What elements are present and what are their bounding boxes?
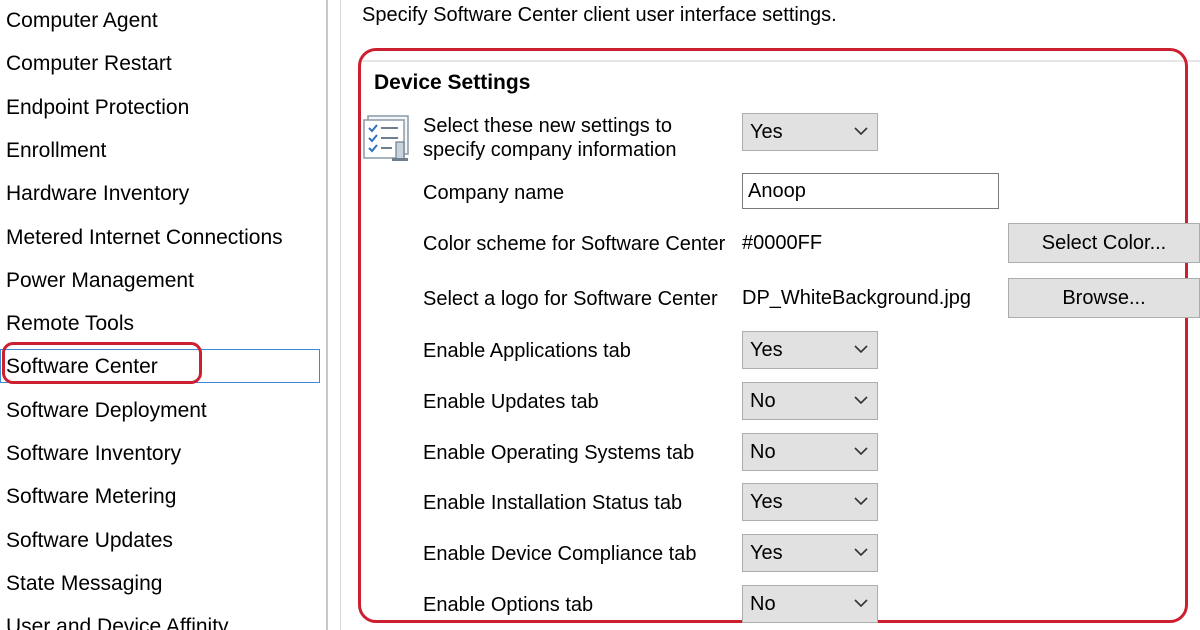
nav-item-endpoint-protection[interactable]: Endpoint Protection [6, 95, 189, 121]
nav-item-remote-tools[interactable]: Remote Tools [6, 311, 134, 337]
select-value: No [750, 593, 776, 615]
chevron-down-icon [854, 127, 868, 136]
browse-button[interactable]: Browse... [1008, 278, 1200, 318]
select-options-tab[interactable]: No [742, 585, 878, 623]
chevron-down-icon [854, 548, 868, 557]
label-options-tab: Enable Options tab [423, 594, 594, 616]
color-scheme-value: #0000FF [742, 232, 823, 254]
nav-item-state-messaging[interactable]: State Messaging [6, 571, 162, 597]
select-updates-tab[interactable]: No [742, 382, 878, 420]
nav-item-user-device-affinity[interactable]: User and Device Affinity [6, 614, 229, 630]
pane-divider-edge [340, 0, 341, 630]
label-company-name: Company name [423, 182, 565, 204]
select-value: Yes [750, 491, 783, 513]
label-install-status-tab: Enable Installation Status tab [423, 492, 683, 514]
logo-file-value: DP_WhiteBackground.jpg [742, 287, 972, 309]
page-description: Specify Software Center client user inte… [362, 4, 837, 26]
configmgr-client-settings-window: Computer Agent Computer Restart Endpoint… [0, 0, 1200, 630]
label-color-scheme: Color scheme for Software Center [423, 233, 726, 255]
label-updates-tab: Enable Updates tab [423, 391, 599, 413]
select-new-settings[interactable]: Yes [742, 113, 878, 151]
nav-item-power-management[interactable]: Power Management [6, 268, 194, 294]
select-value: Yes [750, 339, 783, 361]
settings-category-list: Computer Agent Computer Restart Endpoint… [0, 0, 326, 630]
nav-item-hardware-inventory[interactable]: Hardware Inventory [6, 181, 189, 207]
nav-item-software-metering[interactable]: Software Metering [6, 484, 176, 510]
select-value: No [750, 441, 776, 463]
label-device-compliance-tab: Enable Device Compliance tab [423, 543, 697, 565]
chevron-down-icon [854, 447, 868, 456]
label-applications-tab: Enable Applications tab [423, 340, 631, 362]
nav-item-metered-internet-connections[interactable]: Metered Internet Connections [6, 225, 283, 251]
select-value: Yes [750, 542, 783, 564]
pane-divider[interactable] [326, 0, 328, 630]
software-center-annotation-circle [2, 342, 202, 384]
select-value: Yes [750, 121, 783, 143]
select-applications-tab[interactable]: Yes [742, 331, 878, 369]
chevron-down-icon [854, 396, 868, 405]
section-title: Device Settings [374, 71, 531, 94]
nav-item-software-updates[interactable]: Software Updates [6, 528, 173, 554]
chevron-down-icon [854, 497, 868, 506]
chevron-down-icon [854, 599, 868, 608]
nav-item-computer-agent[interactable]: Computer Agent [6, 8, 158, 34]
label-logo: Select a logo for Software Center [423, 288, 718, 310]
select-color-button[interactable]: Select Color... [1008, 223, 1200, 263]
company-name-input[interactable]: Anoop [742, 173, 999, 209]
nav-item-computer-restart[interactable]: Computer Restart [6, 51, 172, 77]
chevron-down-icon [854, 345, 868, 354]
select-os-tab[interactable]: No [742, 433, 878, 471]
nav-item-software-deployment[interactable]: Software Deployment [6, 398, 207, 424]
select-device-compliance-tab[interactable]: Yes [742, 534, 878, 572]
label-new-settings: Select these new settings to specify com… [423, 115, 677, 161]
select-value: No [750, 390, 776, 412]
label-os-tab: Enable Operating Systems tab [423, 442, 695, 464]
company-name-value: Anoop [748, 180, 806, 202]
nav-item-enrollment[interactable]: Enrollment [6, 138, 106, 164]
select-install-status-tab[interactable]: Yes [742, 483, 878, 521]
nav-item-software-inventory[interactable]: Software Inventory [6, 441, 181, 467]
checklist-settings-icon [362, 114, 414, 162]
